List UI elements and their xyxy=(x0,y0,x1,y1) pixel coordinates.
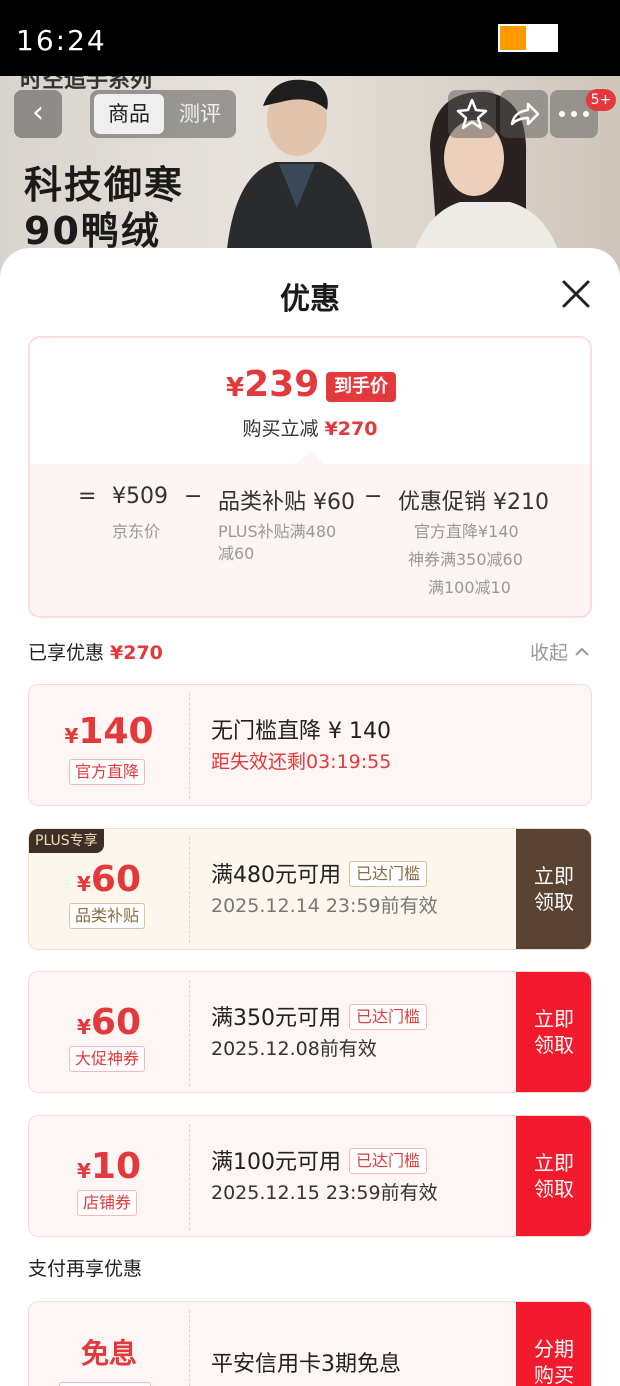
status-bar: 16:24 xyxy=(0,0,620,76)
coupon-title: 满350元可用 已达门槛 xyxy=(211,1000,428,1032)
star-icon xyxy=(456,98,488,130)
coupon-credit-installment: 免息 信用卡分期 平安信用卡3期免息 分期购买 xyxy=(28,1301,592,1386)
enjoyed-header: 已享优惠 ¥270 xyxy=(28,642,163,664)
product-slogan-line2: 90鸭绒 xyxy=(24,209,161,253)
formula-eq: = xyxy=(78,484,97,509)
coupon-kind: 信用卡分期 xyxy=(59,1382,152,1386)
product-hero: 时空追手系列 科技御寒 90鸭绒 ‹ 商品 测评 5+ xyxy=(0,76,620,276)
sheet-title: 优惠 xyxy=(280,282,340,317)
promo-detail-2: 神券满350减60 xyxy=(408,550,523,569)
tab-product[interactable]: 商品 xyxy=(94,94,164,134)
coupon-amount: ¥60 xyxy=(76,859,142,900)
coupon-kind: 品类补贴 xyxy=(69,903,146,929)
product-tab-switch: 商品 测评 xyxy=(90,90,236,138)
formula-minus-2: − xyxy=(364,484,383,509)
chevron-up-icon xyxy=(575,647,589,656)
coupon-title: 满100元可用 已达门槛 xyxy=(211,1144,428,1176)
coupon-amount: ¥10 xyxy=(76,1146,142,1187)
favorite-button[interactable] xyxy=(448,90,496,138)
pay-section-header: 支付再享优惠 xyxy=(28,1258,143,1280)
coupon-title: 平安信用卡3期免息 xyxy=(211,1352,401,1377)
tab-review[interactable]: 测评 xyxy=(170,94,230,134)
coupon-validity: 2025.12.14 23:59前有效 xyxy=(211,895,438,917)
price-summary-card: ¥239 到手价 购买立减 ¥270 = ¥509 京东价 − 品类补贴 ¥60 … xyxy=(28,336,592,618)
plus-exclusive-tag: PLUS专享 xyxy=(29,829,104,853)
coupon-title: 满480元可用 已达门槛 xyxy=(211,857,428,889)
coupon-amount: ¥140 xyxy=(64,711,154,752)
reached-tag: 已达门槛 xyxy=(349,1004,428,1030)
promo-discount: 优惠促销 ¥210 xyxy=(398,490,549,515)
reduce-line: 购买立减 ¥270 xyxy=(242,418,378,440)
coupon-validity: 2025.12.08前有效 xyxy=(211,1038,377,1060)
coupon-big-promo: ¥60 大促神券 满350元可用 已达门槛 2025.12.08前有效 立即领取 xyxy=(28,971,592,1093)
close-icon[interactable] xyxy=(556,274,596,314)
jd-price-label: 京东价 xyxy=(112,522,161,541)
coupon-plus-subsidy: PLUS专享 ¥60 品类补贴 满480元可用 已达门槛 2025.12.14 2… xyxy=(28,828,592,950)
coupon-official-direct: ¥140 官方直降 无门槛直降 ¥ 140 距失效还剩03:19:55 xyxy=(28,684,592,806)
coupon-title: 无门槛直降 ¥ 140 xyxy=(211,719,391,744)
coupon-validity: 2025.12.15 23:59前有效 xyxy=(211,1182,438,1204)
subsidy-detail-2: 减60 xyxy=(218,544,255,563)
coupon-amount: ¥60 xyxy=(76,1002,142,1043)
coupon-countdown: 距失效还剩03:19:55 xyxy=(211,751,392,773)
message-badge: 5+ xyxy=(586,89,616,111)
claim-button[interactable]: 立即领取 xyxy=(516,972,591,1092)
claim-button[interactable]: 立即领取 xyxy=(516,1116,591,1236)
share-button[interactable] xyxy=(500,90,548,138)
installment-buy-button[interactable]: 分期购买 xyxy=(516,1302,591,1386)
final-price: ¥239 xyxy=(226,364,320,405)
reached-tag: 已达门槛 xyxy=(349,1148,428,1174)
claim-button[interactable]: 立即领取 xyxy=(516,829,591,949)
reached-tag: 已达门槛 xyxy=(349,861,428,887)
installment-free-label: 免息 xyxy=(80,1337,137,1370)
promo-detail-3: 满100减10 xyxy=(428,578,511,597)
back-button[interactable]: ‹ xyxy=(14,90,62,138)
status-time: 16:24 xyxy=(16,24,107,57)
coupon-shop: ¥10 店铺券 满100元可用 已达门槛 2025.12.15 23:59前有效 … xyxy=(28,1115,592,1237)
share-icon xyxy=(510,102,540,126)
discount-sheet: 优惠 ¥239 到手价 购买立减 ¥270 = ¥509 京东价 − 品类补贴 ¥… xyxy=(0,248,620,1386)
formula-minus-1: − xyxy=(184,484,203,509)
promo-detail-1: 官方直降¥140 xyxy=(414,522,519,541)
coupon-kind: 官方直降 xyxy=(69,759,146,785)
collapse-button[interactable]: 收起 xyxy=(530,638,590,665)
jd-price: ¥509 xyxy=(112,484,168,509)
category-subsidy: 品类补贴 ¥60 xyxy=(218,490,355,515)
final-price-tag: 到手价 xyxy=(326,372,396,402)
coupon-kind: 大促神券 xyxy=(69,1046,146,1072)
battery-icon xyxy=(498,24,558,52)
coupon-kind: 店铺券 xyxy=(77,1190,138,1216)
